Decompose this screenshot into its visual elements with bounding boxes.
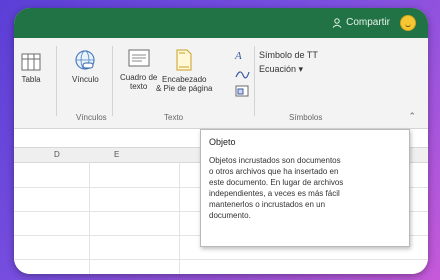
header-footer-label-2: & Pie de página <box>156 84 213 93</box>
link-button[interactable]: Vínculo <box>72 50 99 84</box>
svg-text:A: A <box>234 50 242 62</box>
tooltip-body: Objetos incrustados son documentos o otr… <box>209 156 344 220</box>
textbox-label-1: Cuadro de <box>120 73 158 82</box>
textbox-label-2: texto <box>130 82 148 91</box>
share-label: Compartir <box>346 17 390 28</box>
globe-link-icon <box>75 50 95 70</box>
divider <box>56 46 57 116</box>
group-label-texto: Texto <box>164 113 184 122</box>
share-button[interactable]: Compartir <box>332 17 390 28</box>
group-label-simbolos: Símbolos <box>289 113 323 122</box>
symbol-button[interactable]: Símbolo de TT <box>259 48 318 62</box>
smiley-feedback-icon[interactable] <box>400 15 416 31</box>
textbox-button[interactable]: Cuadro de texto <box>120 48 157 91</box>
table-label: Tabla <box>21 75 41 84</box>
signature-line-icon[interactable] <box>234 66 250 80</box>
divider <box>112 46 113 116</box>
title-bar: Compartir <box>14 8 428 38</box>
grid-column-line <box>179 161 180 274</box>
table-icon <box>21 53 41 71</box>
header-footer-button[interactable]: Encabezado & Pie de página <box>156 48 213 93</box>
chevron-down-icon: ▾ <box>298 64 304 74</box>
grid-column-line <box>89 161 90 274</box>
divider <box>254 46 255 116</box>
symbols-group: Símbolo de TT Ecuación ▾ <box>259 48 318 76</box>
header-footer-icon <box>176 49 192 71</box>
column-header-d[interactable]: D <box>54 150 60 159</box>
equation-label: Ecuación <box>259 64 297 74</box>
wordart-icon[interactable]: A <box>234 48 250 62</box>
object-tooltip: Objeto Objetos incrustados son documento… <box>200 129 410 247</box>
collapse-ribbon-icon[interactable]: ⌃ <box>408 111 416 122</box>
equation-button[interactable]: Ecuación ▾ <box>259 62 318 76</box>
ribbon: Tabla Vínculo Vínculos Cuadro de texto E… <box>14 38 428 129</box>
header-footer-label-1: Encabezado <box>162 75 207 84</box>
object-icon[interactable] <box>234 84 250 98</box>
table-button[interactable]: Tabla <box>20 52 42 84</box>
excel-window: Compartir Tabla Vínculo Vínculos Cuadro … <box>14 8 428 274</box>
tooltip-title: Objeto <box>209 137 236 147</box>
link-label: Vínculo <box>72 75 99 84</box>
group-label-vinculos: Vínculos <box>76 113 107 122</box>
textbox-icon <box>128 49 150 67</box>
grid-row-line <box>14 259 428 260</box>
person-icon <box>332 17 342 28</box>
column-header-e[interactable]: E <box>114 150 119 159</box>
